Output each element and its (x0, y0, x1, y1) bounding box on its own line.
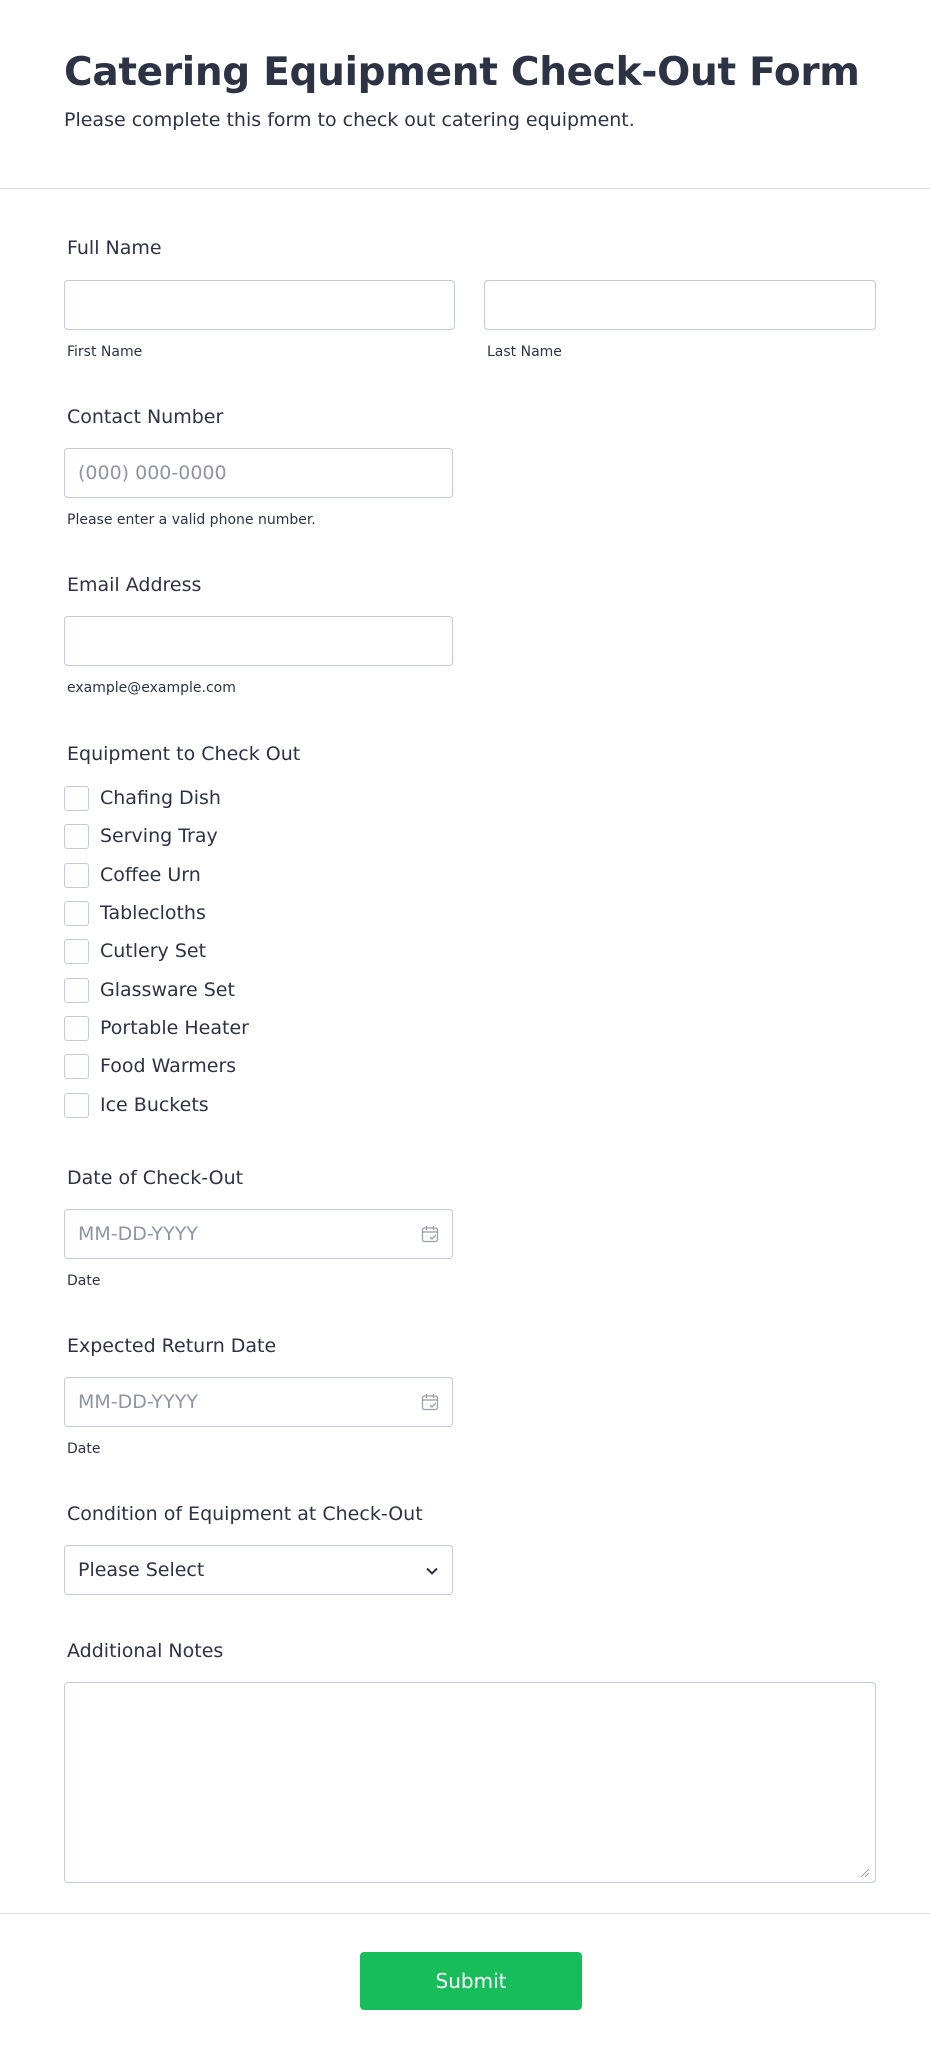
last-name-input[interactable] (484, 280, 876, 330)
checkbox-option-cutlery-set[interactable]: Cutlery Set (64, 938, 206, 964)
checkbox-label[interactable]: Ice Buckets (100, 1094, 209, 1116)
checkbox-label[interactable]: Cutlery Set (100, 940, 206, 962)
first-name-input[interactable] (64, 280, 455, 330)
checkbox-label[interactable]: Portable Heater (100, 1017, 249, 1039)
return-date-label: Expected Return Date (67, 1335, 277, 1357)
checkbox-option-chafing-dish[interactable]: Chafing Dish (64, 785, 221, 811)
checkbox-option-glassware-set[interactable]: Glassware Set (64, 977, 235, 1003)
checkbox-label[interactable]: Food Warmers (100, 1055, 236, 1077)
contact-number-hint: Please enter a valid phone number. (67, 512, 316, 528)
checkbox-label[interactable]: Tablecloths (100, 902, 206, 924)
footer-divider (0, 1913, 930, 1914)
checkbox-label[interactable]: Chafing Dish (100, 787, 221, 809)
return-date-sublabel: Date (67, 1441, 101, 1457)
first-name-sublabel: First Name (67, 344, 143, 360)
checkout-date-input[interactable] (64, 1209, 453, 1259)
condition-selected-value[interactable]: Please Select (78, 1559, 204, 1581)
email-input[interactable] (64, 616, 453, 666)
email-label: Email Address (67, 574, 202, 596)
checkbox-label[interactable]: Serving Tray (100, 825, 218, 847)
checkbox[interactable] (64, 977, 89, 1003)
checkout-date-field[interactable] (64, 1209, 453, 1259)
notes-textarea[interactable] (64, 1682, 876, 1883)
last-name-sublabel: Last Name (487, 344, 562, 360)
checkbox-option-coffee-urn[interactable]: Coffee Urn (64, 862, 201, 888)
equipment-label: Equipment to Check Out (67, 743, 301, 765)
condition-label: Condition of Equipment at Check-Out (67, 1503, 423, 1525)
checkout-date-sublabel: Date (67, 1273, 101, 1289)
form-header: Catering Equipment Check-Out Form Please… (0, 0, 930, 189)
checkbox-option-food-warmers[interactable]: Food Warmers (64, 1053, 236, 1079)
checkbox[interactable] (64, 1053, 89, 1079)
checkbox-option-tablecloths[interactable]: Tablecloths (64, 900, 206, 926)
checkbox[interactable] (64, 900, 89, 926)
return-date-field[interactable] (64, 1377, 453, 1427)
email-hint: example@example.com (67, 680, 236, 696)
checkbox-option-serving-tray[interactable]: Serving Tray (64, 823, 218, 849)
checkbox-label[interactable]: Coffee Urn (100, 864, 201, 886)
checkout-date-label: Date of Check-Out (67, 1167, 244, 1189)
return-date-input[interactable] (64, 1377, 453, 1427)
form-subtitle: Please complete this form to check out c… (64, 109, 635, 131)
full-name-label: Full Name (67, 237, 162, 259)
calendar-icon[interactable] (421, 1225, 439, 1243)
checkbox-option-ice-buckets[interactable]: Ice Buckets (64, 1092, 209, 1118)
submit-button[interactable]: Submit (360, 1952, 582, 2010)
contact-number-label: Contact Number (67, 406, 224, 428)
resize-grip-icon[interactable] (858, 1866, 870, 1878)
calendar-icon[interactable] (421, 1393, 439, 1411)
checkbox[interactable] (64, 823, 89, 849)
checkbox[interactable] (64, 862, 89, 888)
checkbox[interactable] (64, 938, 89, 964)
checkbox-label[interactable]: Glassware Set (100, 979, 235, 1001)
checkbox-option-portable-heater[interactable]: Portable Heater (64, 1015, 249, 1041)
contact-number-input[interactable] (64, 448, 453, 498)
chevron-down-icon[interactable] (424, 1563, 440, 1579)
form-title: Catering Equipment Check-Out Form (64, 50, 860, 95)
checkbox[interactable] (64, 785, 89, 811)
checkbox[interactable] (64, 1015, 89, 1041)
checkbox[interactable] (64, 1092, 89, 1118)
condition-select[interactable]: Please Select (64, 1545, 453, 1595)
notes-label: Additional Notes (67, 1640, 224, 1662)
